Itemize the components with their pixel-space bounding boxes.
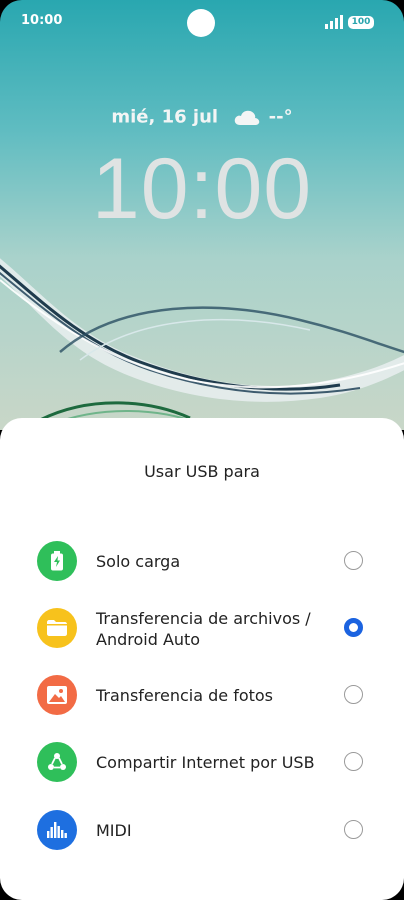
usb-option-label: Solo carga <box>96 552 181 571</box>
radio-compartir-internet[interactable] <box>344 752 363 771</box>
usb-option-label: Transferencia de archivos / Android Auto <box>96 609 311 649</box>
usb-option-label: MIDI <box>96 821 132 840</box>
radio-transferencia-archivos[interactable] <box>344 618 363 637</box>
usb-option-label: Compartir Internet por USB <box>96 753 315 772</box>
usb-option-compartir-internet[interactable]: Compartir Internet por USB <box>0 734 404 790</box>
lock-date: mié, 16 jul <box>111 106 219 128</box>
usb-option-label: Transferencia de fotos <box>96 686 274 705</box>
folder-icon <box>37 608 77 648</box>
usb-option-transferencia-fotos[interactable]: Transferencia de fotos <box>0 667 404 723</box>
usb-options-sheet: Usar USB para Solo carga Transferencia d… <box>0 418 404 900</box>
status-time: 10:00 <box>21 13 63 28</box>
sheet-title: Usar USB para <box>144 462 260 481</box>
radio-midi[interactable] <box>344 820 363 839</box>
phone-screen: 10:00 100 mié, 16 jul --° 10:00 Usar USB… <box>0 0 404 900</box>
usb-option-solo-carga[interactable]: Solo carga <box>0 533 404 589</box>
equalizer-icon <box>37 810 77 850</box>
battery-charging-icon <box>37 541 77 581</box>
usb-option-transferencia-archivos[interactable]: Transferencia de archivos / Android Auto <box>0 600 404 656</box>
share-icon <box>37 742 77 782</box>
battery-indicator: 100 <box>348 16 374 29</box>
radio-transferencia-fotos[interactable] <box>344 685 363 704</box>
cloud-icon <box>235 110 260 125</box>
lock-date-weather: mié, 16 jul --° <box>0 106 404 128</box>
lock-clock: 10:00 <box>91 141 313 237</box>
radio-solo-carga[interactable] <box>344 551 363 570</box>
usb-option-midi[interactable]: MIDI <box>0 802 404 858</box>
front-camera <box>187 9 215 37</box>
temperature: --° <box>268 106 293 128</box>
signal-icon <box>325 15 343 29</box>
image-icon <box>37 675 77 715</box>
status-bar: 10:00 100 <box>0 0 404 44</box>
